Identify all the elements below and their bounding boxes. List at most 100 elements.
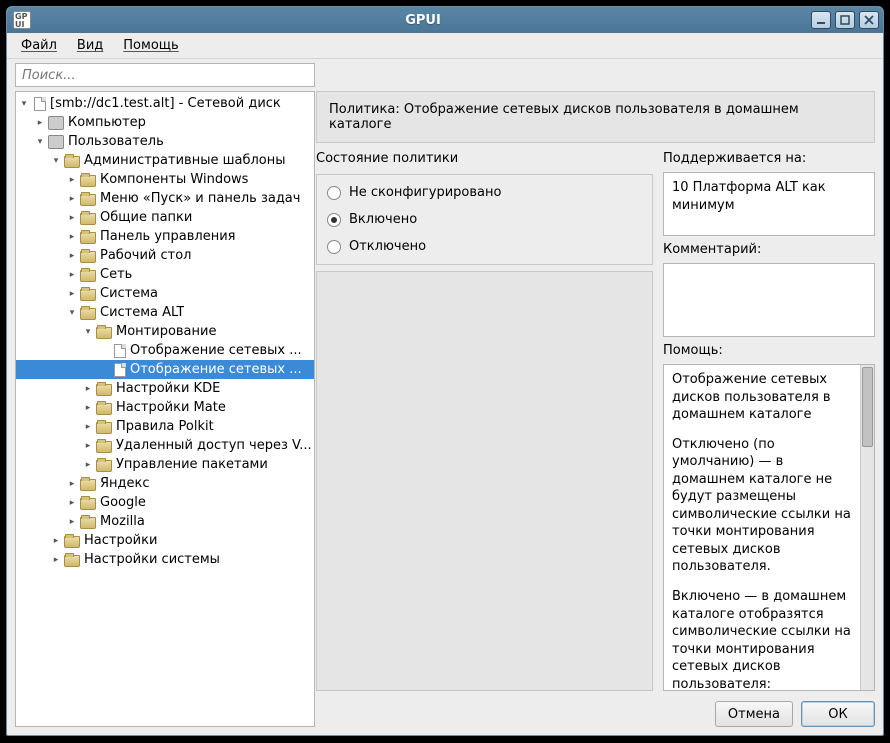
- titlebar[interactable]: GP UI GPUI: [7, 7, 883, 33]
- tree-admin-templates[interactable]: ▾Административные шаблоны: [16, 151, 314, 170]
- tree-computer[interactable]: ▸Компьютер: [16, 113, 314, 132]
- expand-toggle[interactable]: ▸: [50, 555, 62, 565]
- expand-toggle[interactable]: ▾: [18, 99, 30, 109]
- policy-state-group: Не сконфигурировано Включено Отключено: [316, 174, 653, 265]
- tree-item[interactable]: ▸Настройки системы: [16, 550, 314, 569]
- expand-toggle[interactable]: ▸: [82, 384, 94, 394]
- tree-item[interactable]: ▸Общие папки: [16, 208, 314, 227]
- scrollbar-thumb[interactable]: [862, 367, 873, 447]
- tree-leaf[interactable]: Отображение сетевых ...: [16, 341, 314, 360]
- folder-icon: [80, 498, 96, 510]
- window-title: GPUI: [35, 13, 811, 28]
- tree-item[interactable]: ▸Сеть: [16, 265, 314, 284]
- state-label: Состояние политики: [316, 149, 653, 168]
- tree-item[interactable]: ▸Настройки Mate: [16, 398, 314, 417]
- tree-item[interactable]: ▸Рабочий стол: [16, 246, 314, 265]
- folder-icon: [96, 441, 112, 453]
- menu-help[interactable]: Помощь: [115, 35, 186, 56]
- tree-root[interactable]: ▾[smb://dc1.test.alt] - Сетевой диск: [16, 94, 314, 113]
- tree-user[interactable]: ▾Пользователь: [16, 132, 314, 151]
- tree-item[interactable]: ▸Яндекс: [16, 474, 314, 493]
- expand-toggle[interactable]: ▸: [66, 270, 78, 280]
- comment-label: Комментарий:: [663, 240, 875, 259]
- tree-mounting[interactable]: ▾Монтирование: [16, 322, 314, 341]
- expand-toggle[interactable]: ▾: [82, 327, 94, 337]
- supported-label: Поддерживается на:: [663, 149, 875, 168]
- folder-icon: [64, 156, 80, 168]
- tree-system-alt[interactable]: ▾Система ALT: [16, 303, 314, 322]
- tree-item[interactable]: ▸Меню «Пуск» и панель задач: [16, 189, 314, 208]
- expand-toggle[interactable]: ▸: [34, 118, 46, 128]
- radio-icon: [327, 186, 341, 200]
- menu-file[interactable]: Файл: [13, 35, 65, 56]
- folder-icon: [80, 289, 96, 301]
- supported-box: 10 Платформа ALT как минимум: [663, 172, 875, 236]
- folder-icon: [80, 175, 96, 187]
- comment-box[interactable]: [663, 263, 875, 337]
- menu-view[interactable]: Вид: [69, 35, 111, 56]
- radio-enabled[interactable]: Включено: [327, 212, 642, 227]
- folder-icon: [80, 308, 96, 320]
- expand-toggle[interactable]: ▸: [82, 441, 94, 451]
- expand-toggle[interactable]: ▸: [66, 194, 78, 204]
- ok-button[interactable]: ОК: [801, 701, 875, 727]
- expand-toggle[interactable]: ▸: [66, 498, 78, 508]
- folder-icon: [80, 479, 96, 491]
- expand-toggle[interactable]: ▸: [66, 479, 78, 489]
- doc-icon: [34, 97, 46, 111]
- expand-toggle[interactable]: ▸: [66, 289, 78, 299]
- policy-tree[interactable]: ▾[smb://dc1.test.alt] - Сетевой диск ▸Ко…: [15, 91, 315, 727]
- expand-toggle[interactable]: ▸: [66, 213, 78, 223]
- radio-not-configured[interactable]: Не сконфигурировано: [327, 185, 642, 200]
- expand-toggle[interactable]: ▸: [50, 536, 62, 546]
- help-text: Включено — в домашнем каталоге отобразят…: [672, 588, 852, 691]
- folder-icon: [80, 194, 96, 206]
- tree-item[interactable]: ▸Правила Polkit: [16, 417, 314, 436]
- folder-icon: [96, 327, 112, 339]
- close-button[interactable]: [859, 11, 879, 29]
- expand-toggle[interactable]: ▸: [82, 403, 94, 413]
- expand-toggle[interactable]: ▸: [82, 460, 94, 470]
- details-pane: Политика: Отображение сетевых дисков пол…: [316, 91, 875, 727]
- search-input[interactable]: [15, 63, 315, 87]
- help-label: Помощь:: [663, 341, 875, 360]
- expand-toggle[interactable]: ▸: [66, 232, 78, 242]
- folder-icon: [80, 232, 96, 244]
- tree-item[interactable]: ▸Настройки: [16, 531, 314, 550]
- tree-item[interactable]: ▸Система: [16, 284, 314, 303]
- expand-toggle[interactable]: ▸: [66, 517, 78, 527]
- expand-toggle[interactable]: ▾: [50, 156, 62, 166]
- expand-toggle[interactable]: ▾: [34, 137, 46, 147]
- maximize-button[interactable]: [835, 11, 855, 29]
- help-box[interactable]: Отображение сетевых дисков пользователя …: [663, 364, 875, 691]
- folder-icon: [80, 213, 96, 225]
- expand-toggle[interactable]: ▾: [66, 308, 78, 318]
- minimize-button[interactable]: [811, 11, 831, 29]
- cancel-button[interactable]: Отмена: [715, 701, 793, 727]
- app-window: GP UI GPUI Файл Вид Помощь ▾[smb://dc1.t…: [6, 6, 884, 736]
- scrollbar[interactable]: [860, 365, 874, 690]
- expand-toggle[interactable]: ▸: [66, 175, 78, 185]
- expand-toggle[interactable]: ▸: [82, 422, 94, 432]
- folder-icon: [96, 460, 112, 472]
- doc-icon: [114, 344, 126, 358]
- computer-icon: [48, 116, 64, 130]
- folder-icon: [96, 422, 112, 434]
- tree-item[interactable]: ▸Удаленный доступ через V...: [16, 436, 314, 455]
- tree-item[interactable]: ▸Управление пакетами: [16, 455, 314, 474]
- radio-disabled[interactable]: Отключено: [327, 239, 642, 254]
- folder-icon: [96, 384, 112, 396]
- app-icon: GP UI: [13, 11, 31, 29]
- user-icon: [48, 135, 64, 149]
- folder-icon: [64, 536, 80, 548]
- expand-toggle[interactable]: ▸: [66, 251, 78, 261]
- folder-icon: [80, 251, 96, 263]
- tree-item[interactable]: ▸Google: [16, 493, 314, 512]
- doc-icon: [114, 363, 126, 377]
- tree-item[interactable]: ▸Панель управления: [16, 227, 314, 246]
- tree-leaf-selected[interactable]: Отображение сетевых ...: [16, 360, 314, 379]
- tree-item[interactable]: ▸Компоненты Windows: [16, 170, 314, 189]
- tree-item[interactable]: ▸Настройки KDE: [16, 379, 314, 398]
- folder-icon: [80, 517, 96, 529]
- tree-item[interactable]: ▸Mozilla: [16, 512, 314, 531]
